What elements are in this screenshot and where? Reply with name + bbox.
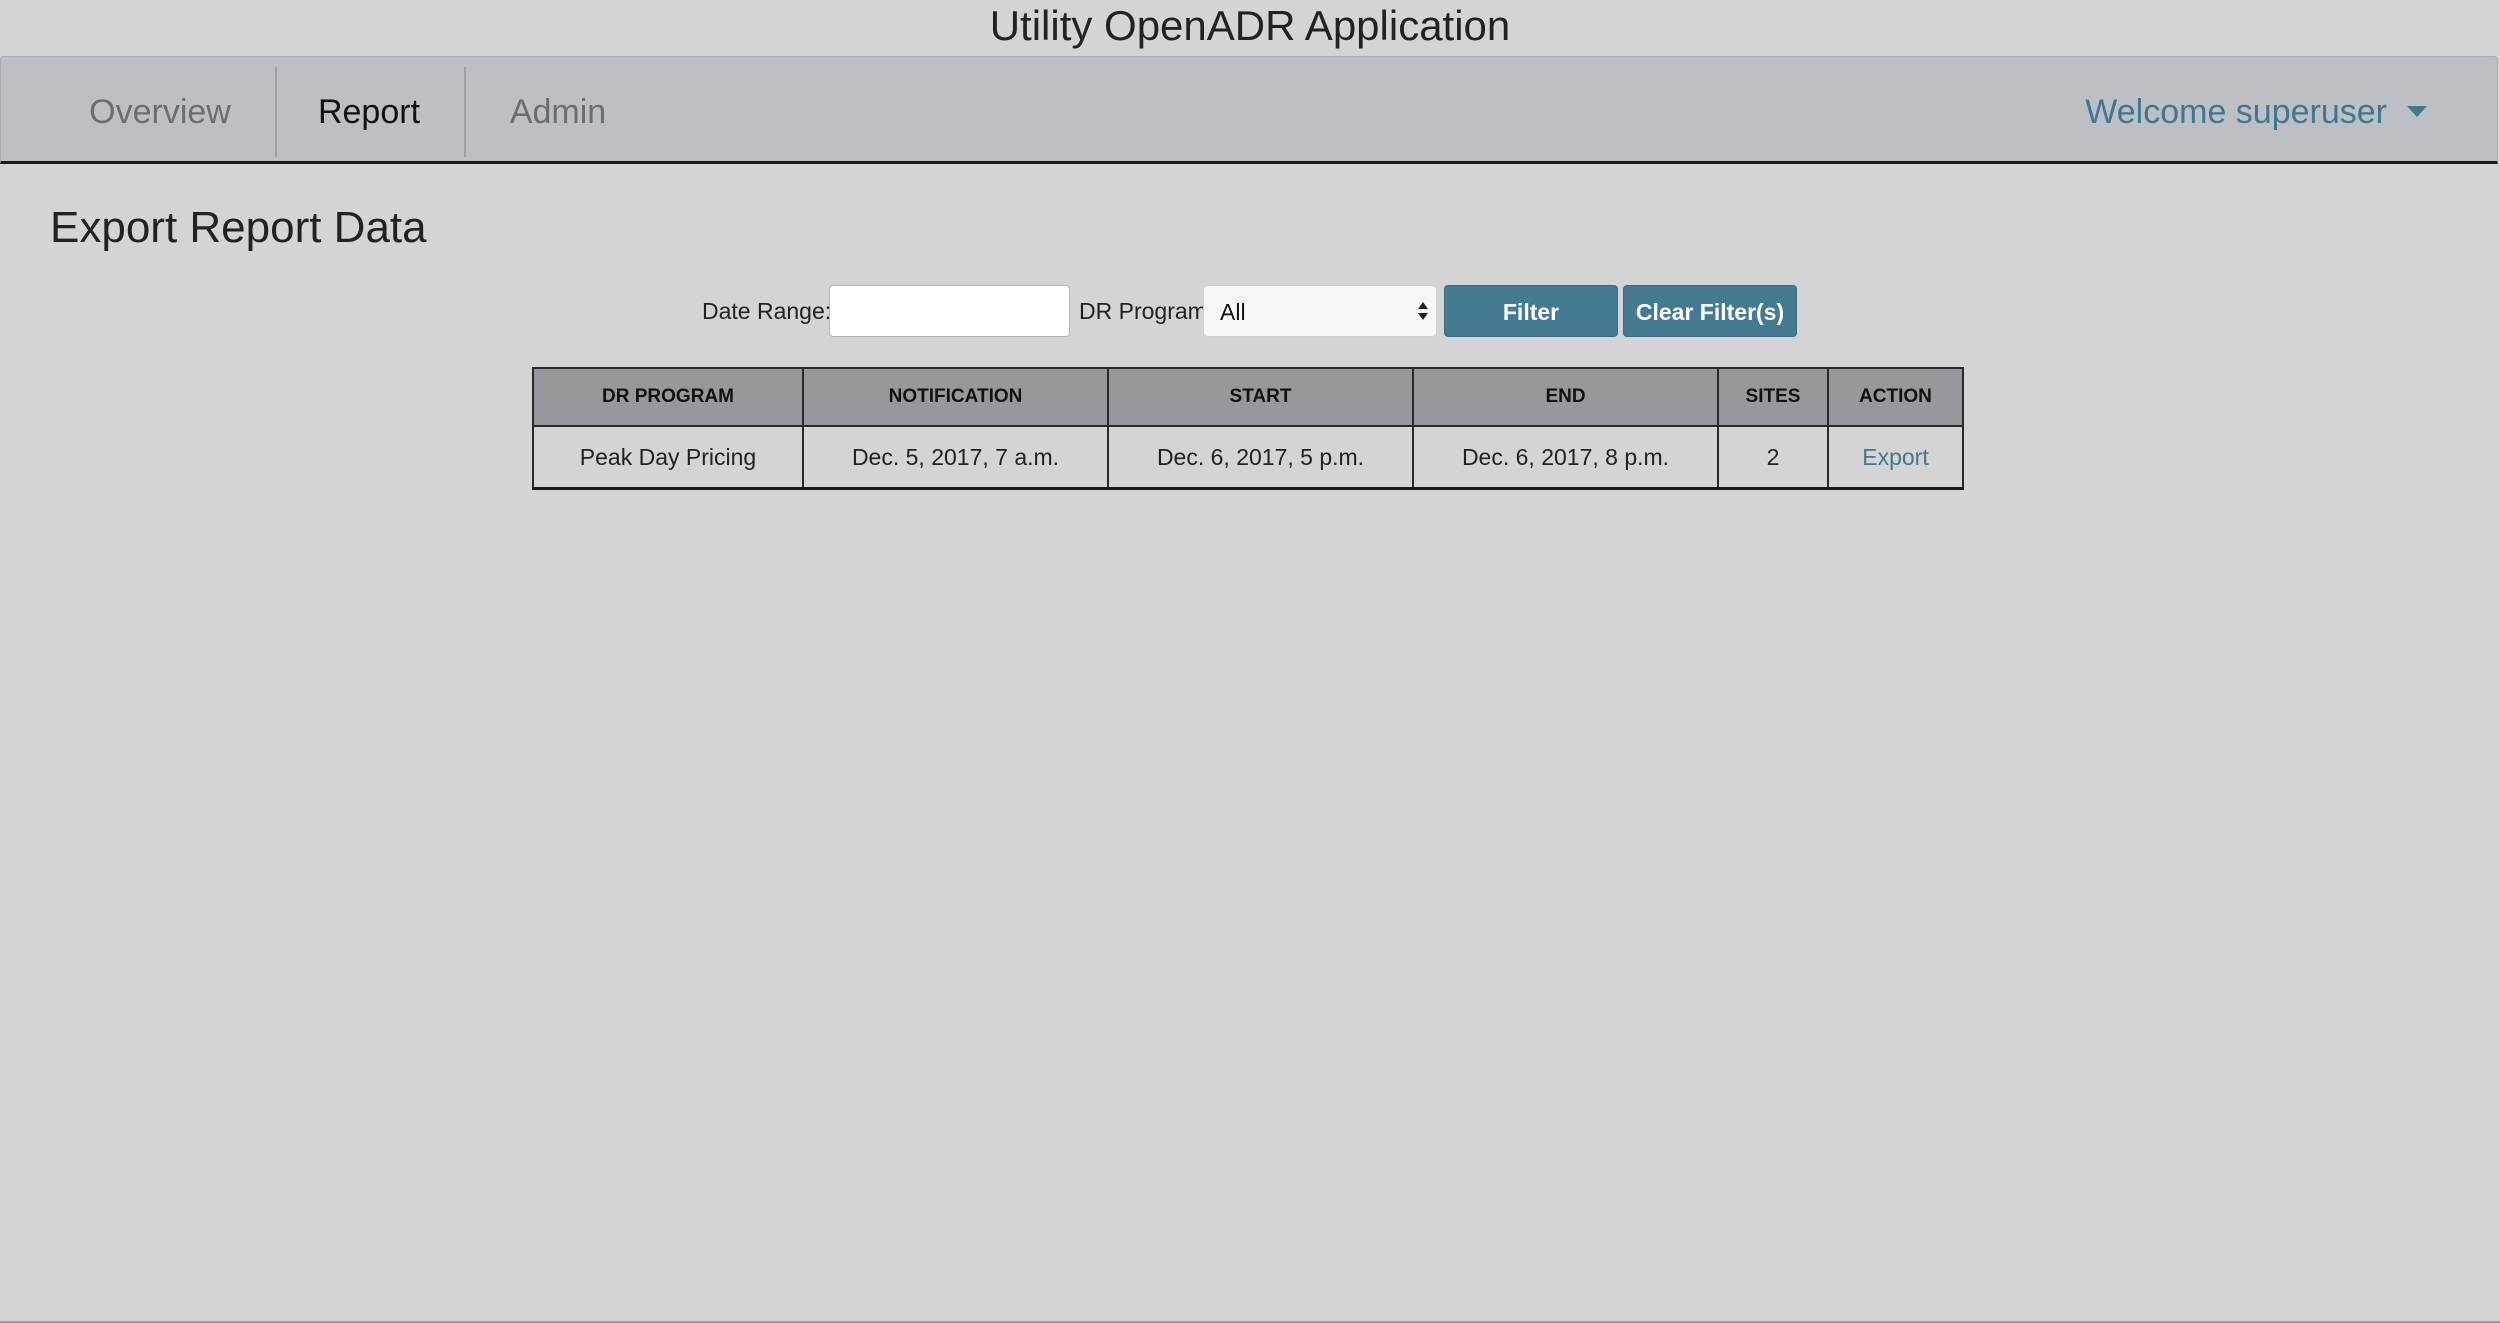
header-action: ACTION [1827,367,1964,427]
user-menu-dropdown[interactable]: Welcome superuser [2085,67,2427,157]
dr-program-select[interactable]: All [1203,285,1437,337]
dr-program-selected-value: All [1220,299,1246,325]
cell-dr-program: Peak Day Pricing [532,425,804,490]
app-title: Utility OpenADR Application [989,2,1511,49]
cell-notification: Dec. 5, 2017, 7 a.m. [802,425,1109,490]
nav-tab-admin[interactable]: Admin [481,67,635,157]
table-row: Peak Day Pricing Dec. 5, 2017, 7 a.m. De… [532,425,1964,490]
header-start[interactable]: START [1107,367,1414,427]
date-range-input[interactable] [829,285,1070,337]
nav-divider [464,67,466,157]
select-arrows-icon [1418,300,1430,324]
page-title: Export Report Data [50,203,427,252]
header-dr-program[interactable]: DR PROGRAM [532,367,804,427]
cell-end: Dec. 6, 2017, 8 p.m. [1412,425,1719,490]
user-welcome-label: Welcome superuser [2085,93,2387,131]
nav-tab-report[interactable]: Report [291,67,447,157]
header-sites[interactable]: SITES [1717,367,1829,427]
header-notification[interactable]: NOTIFICATION [802,367,1109,427]
export-link[interactable]: Export [1862,444,1928,470]
cell-start: Dec. 6, 2017, 5 p.m. [1107,425,1414,490]
dr-program-label: DR Program [1079,298,1207,324]
clear-filters-button[interactable]: Clear Filter(s) [1623,285,1797,337]
top-navbar: Overview Report Admin Welcome superuser [0,56,2498,164]
nav-tab-overview[interactable]: Overview [55,67,265,157]
filter-button[interactable]: Filter [1444,285,1618,337]
cell-sites: 2 [1717,425,1829,490]
nav-divider [275,67,277,157]
report-table-container: DR PROGRAM NOTIFICATION START END SITES … [532,367,1964,490]
table-header-row: DR PROGRAM NOTIFICATION START END SITES … [532,367,1964,427]
caret-down-icon [2407,105,2427,117]
header-end[interactable]: END [1412,367,1719,427]
cell-action: Export [1827,425,1964,490]
date-range-label: Date Range: [702,298,832,324]
filter-bar: Date Range: DR Program All Filter Clear … [0,285,2500,337]
report-table: DR PROGRAM NOTIFICATION START END SITES … [532,367,1964,490]
